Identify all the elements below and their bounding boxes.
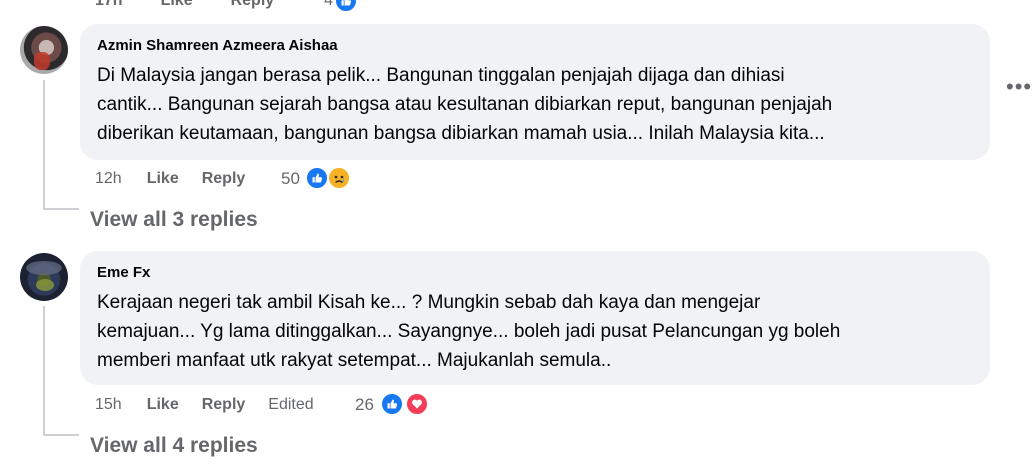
reaction-count[interactable]: 4: [324, 0, 333, 10]
comment-line: cantik... Bangunan sejarah bangsa atau k…: [97, 94, 833, 115]
like-button[interactable]: Like: [161, 0, 193, 10]
more-horizontal-icon[interactable]: •••: [1006, 74, 1032, 100]
edited-label[interactable]: Edited: [268, 396, 313, 414]
comment-bubble: Azmin Shamreen Azmeera Aishaa Di Malaysi…: [80, 24, 990, 160]
comment-time[interactable]: 17h: [95, 0, 123, 10]
comment-actions: 12h Like Reply: [95, 167, 245, 191]
comment-actions: 15h Like Reply Edited: [95, 393, 314, 417]
like-reaction-icon: [380, 392, 404, 416]
like-reaction-icon: [305, 166, 329, 190]
reaction-count[interactable]: 50: [281, 169, 300, 189]
reaction-count[interactable]: 26: [355, 395, 374, 415]
thread-line: [43, 434, 79, 436]
comment-text: Di Malaysia jangan berasa pelik... Bangu…: [97, 61, 974, 148]
thread-line: [43, 208, 79, 210]
avatar[interactable]: [20, 253, 68, 301]
comment-line: memberi manfaat utk rakyat setempat... M…: [97, 350, 612, 371]
like-reaction-icon: [334, 0, 359, 13]
comment-author[interactable]: Azmin Shamreen Azmeera Aishaa: [97, 36, 974, 56]
comment-author[interactable]: Eme Fx: [97, 263, 974, 283]
comment-line: kemajuan... Yg lama ditinggalkan... Saya…: [97, 321, 841, 342]
reply-button[interactable]: Reply: [202, 170, 246, 188]
thread-line: [43, 306, 45, 436]
view-replies-link[interactable]: View all 3 replies: [90, 208, 258, 232]
comment-bubble: Eme Fx Kerajaan negeri tak ambil Kisah k…: [80, 251, 990, 385]
reply-button[interactable]: Reply: [231, 0, 275, 10]
comment-time[interactable]: 15h: [95, 396, 122, 414]
comment-line: diberikan keutamaan, bangunan bangsa dib…: [97, 123, 825, 144]
like-button[interactable]: Like: [147, 170, 179, 188]
view-replies-link[interactable]: View all 4 replies: [90, 434, 258, 458]
reply-button[interactable]: Reply: [202, 396, 246, 414]
comment-time[interactable]: 12h: [95, 170, 122, 188]
comment-text: Kerajaan negeri tak ambil Kisah ke... ? …: [97, 288, 974, 375]
love-reaction-icon: [405, 392, 429, 416]
thread-line: [43, 80, 45, 210]
comment-line: Di Malaysia jangan berasa pelik... Bangu…: [97, 65, 785, 86]
like-button[interactable]: Like: [147, 396, 179, 414]
comment-line: Kerajaan negeri tak ambil Kisah ke... ? …: [97, 292, 761, 313]
sad-reaction-icon: [327, 166, 351, 190]
avatar[interactable]: [20, 26, 68, 74]
previous-comment-actions: 17h Like Reply 4: [95, 0, 359, 13]
